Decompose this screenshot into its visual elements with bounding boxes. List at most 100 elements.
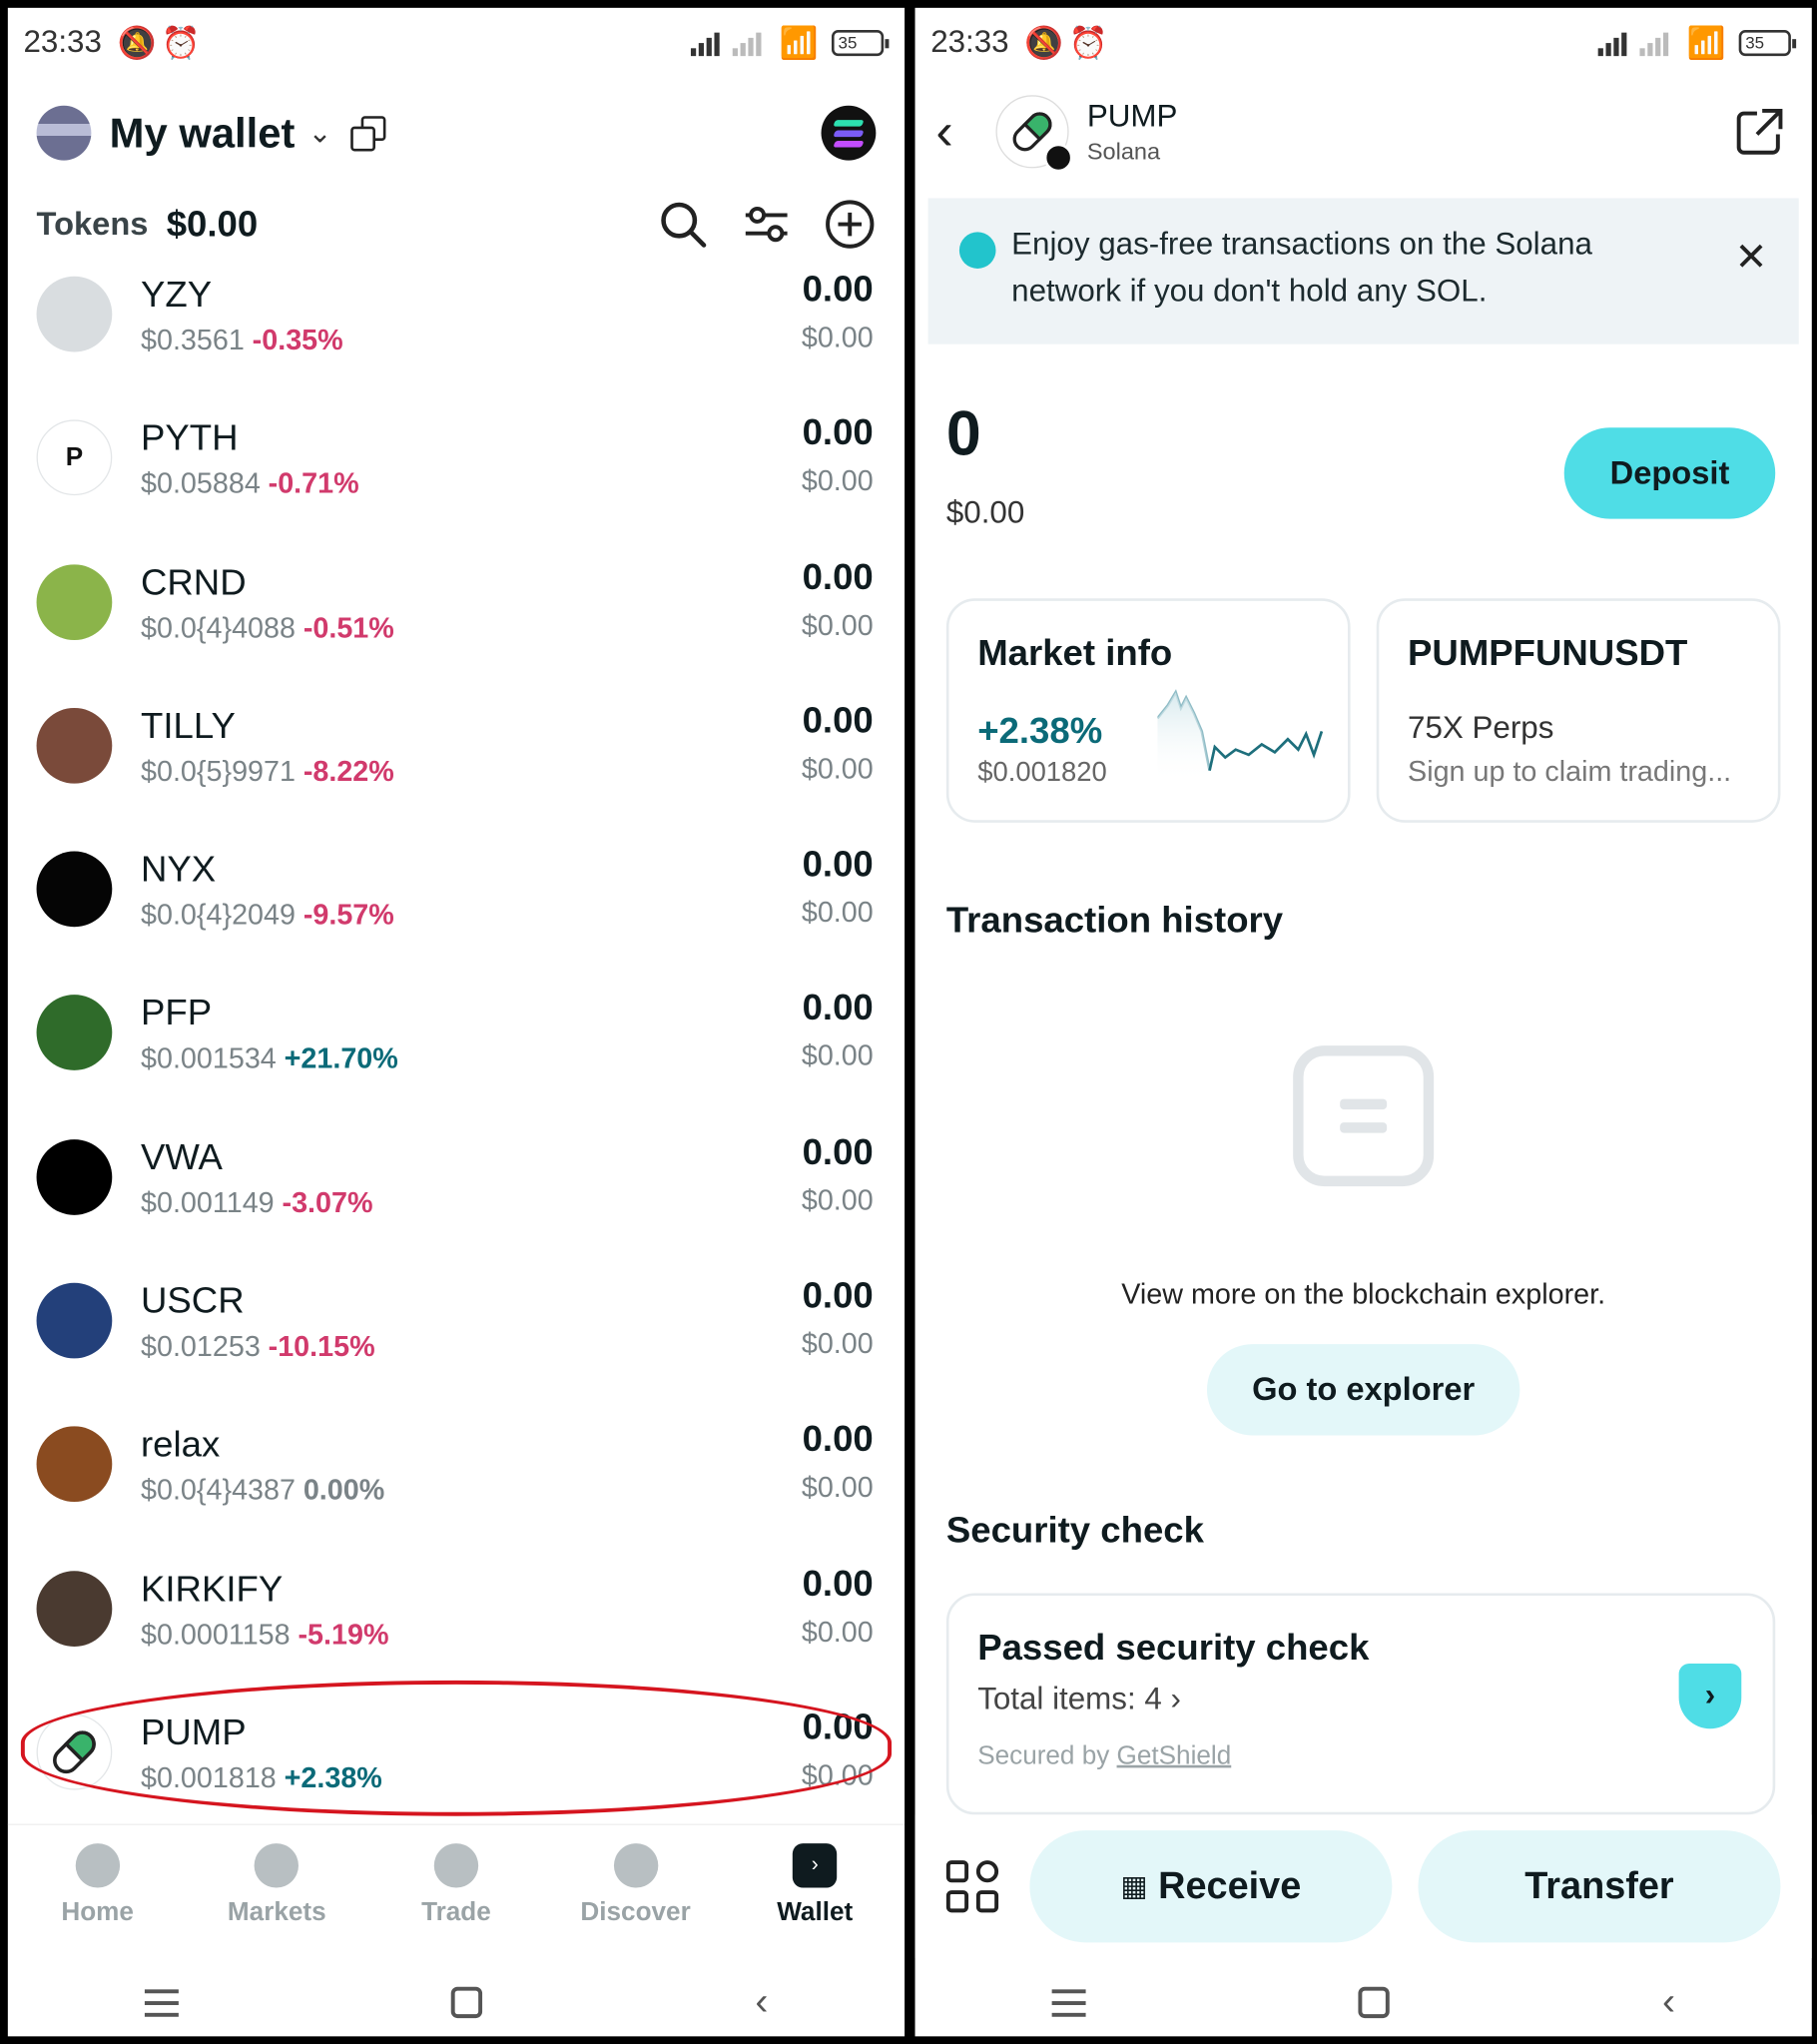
home-system-icon[interactable] (1358, 1986, 1390, 2019)
battery-icon: 35 (1738, 30, 1797, 57)
search-icon[interactable] (657, 198, 709, 250)
filter-icon[interactable] (741, 198, 793, 250)
token-symbol: relax (141, 1424, 221, 1465)
token-price-value: $0.0{4}4088 (141, 610, 296, 644)
qr-icon: ▦ (1120, 1869, 1148, 1902)
wifi-icon: 📶 (1686, 25, 1726, 61)
wallet-avatar[interactable] (36, 105, 92, 161)
shield-arrow-icon[interactable]: › (1678, 1663, 1742, 1729)
transfer-button[interactable]: Transfer (1418, 1830, 1781, 1943)
token-price: $0.0{5}9971 -8.22% (141, 755, 394, 789)
token-amount: 0.00 (802, 699, 874, 741)
token-network: Solana (1086, 137, 1161, 164)
solana-network-icon[interactable] (821, 105, 877, 161)
close-icon[interactable]: ✕ (1735, 235, 1768, 321)
token-row-relax[interactable]: relax $0.0{4}4387 0.00% 0.00 $0.00 (8, 1419, 905, 1563)
token-change: -10.15% (268, 1329, 375, 1363)
market-info-card[interactable]: Market info +2.38% $0.001820 (945, 598, 1351, 823)
market-change: +2.38% (977, 710, 1103, 752)
token-price: $0.05884 -0.71% (141, 467, 359, 501)
token-logo (36, 1138, 113, 1215)
apps-icon[interactable] (945, 1860, 999, 1913)
token-symbol: NYX (141, 849, 217, 890)
wallet-title[interactable]: My wallet (110, 109, 296, 157)
token-row-vwa[interactable]: VWA $0.001149 -3.07% 0.00 $0.00 (8, 1131, 905, 1275)
token-symbol: USCR (141, 1280, 245, 1321)
token-symbol: TILLY (141, 705, 236, 746)
add-token-icon[interactable] (824, 198, 876, 250)
nav-trade[interactable]: Trade (366, 1825, 546, 1954)
token-row-pfp[interactable]: PFP $0.001534 +21.70% 0.00 $0.00 (8, 988, 905, 1131)
token-change: -0.71% (268, 466, 359, 500)
token-amount: 0.00 (802, 1274, 874, 1316)
token-amount: 0.00 (802, 1130, 874, 1172)
security-items[interactable]: Total items: 4 › (977, 1682, 1181, 1718)
markets-icon (255, 1843, 300, 1888)
security-card[interactable]: Passed security check Total items: 4 › S… (945, 1593, 1776, 1815)
perps-title: PUMPFUNUSDT (1408, 632, 1688, 673)
token-detail-screen: 23:33 🔕 ⏰ 📶 35 ‹ PUMP Solana Enjoy gas-f… (914, 7, 1812, 2037)
token-row-uscr[interactable]: USCR $0.01253 -10.15% 0.00 $0.00 (8, 1275, 905, 1419)
home-icon (75, 1843, 120, 1888)
secured-prefix: Secured by (977, 1741, 1110, 1771)
copy-icon[interactable] (349, 116, 386, 152)
token-row-nyx[interactable]: NYX $0.0{4}2049 -9.57% 0.00 $0.00 (8, 844, 905, 988)
system-nav: ‹ (8, 1970, 905, 2035)
perps-note: Sign up to claim trading... (1408, 754, 1732, 788)
token-price-value: $0.001534 (141, 1041, 277, 1075)
pump-logo (995, 95, 1073, 173)
token-price: $0.3561 -0.35% (141, 324, 343, 357)
nav-home[interactable]: Home (8, 1825, 188, 1954)
nav-label: Trade (421, 1897, 491, 1927)
getshield-link[interactable]: GetShield (1117, 1741, 1232, 1770)
perps-card[interactable]: PUMPFUNUSDT 75X Perps Sign up to claim t… (1376, 598, 1781, 823)
market-price: $0.001820 (977, 757, 1107, 788)
perps-subtitle: 75X Perps (1408, 710, 1554, 746)
token-row-crnd[interactable]: CRND $0.0{4}4088 -0.51% 0.00 $0.00 (8, 556, 905, 700)
nav-discover[interactable]: Discover (546, 1825, 726, 1954)
token-row-yzy[interactable]: YZY $0.3561 -0.35% 0.00 $0.00 (8, 269, 905, 412)
token-price-value: $0.0{5}9971 (141, 754, 296, 788)
token-price: $0.001534 +21.70% (141, 1042, 398, 1076)
nav-label: Discover (580, 1897, 691, 1927)
go-to-explorer-button[interactable]: Go to explorer (1206, 1344, 1520, 1436)
status-time: 23:33 (23, 24, 102, 61)
chevron-down-icon[interactable]: ⌄ (307, 116, 331, 150)
token-logo-letter: P (65, 442, 84, 472)
token-usd: $0.00 (801, 1183, 874, 1216)
home-system-icon[interactable] (450, 1986, 483, 2019)
tokens-header: Tokens $0.00 (37, 198, 877, 250)
alarm-icon: ⏰ (161, 25, 201, 61)
external-link-icon[interactable] (1733, 106, 1785, 158)
battery-icon: 35 (831, 30, 890, 57)
recents-icon[interactable] (144, 1988, 179, 2017)
nav-label: Home (61, 1897, 134, 1927)
token-row-pyth[interactable]: P PYTH $0.05884 -0.71% 0.00 $0.00 (8, 412, 905, 556)
token-amount: 0.00 (802, 1562, 874, 1604)
back-system-icon[interactable]: ‹ (1662, 1980, 1675, 2024)
system-nav: ‹ (915, 1970, 1812, 2035)
token-price: $0.0{4}4088 -0.51% (141, 611, 394, 645)
back-system-icon[interactable]: ‹ (755, 1980, 768, 2024)
token-logo (36, 1570, 113, 1647)
receive-button[interactable]: ▦ Receive (1029, 1830, 1393, 1943)
token-change: +21.70% (284, 1041, 398, 1075)
nav-wallet[interactable]: › Wallet (725, 1825, 905, 1954)
bottom-nav: Home Markets Trade Discover › Wallet (7, 1823, 906, 1955)
status-time: 23:33 (930, 24, 1009, 61)
token-symbol: CRND (141, 561, 247, 602)
token-logo (36, 995, 113, 1071)
status-bar: 23:33 🔕 ⏰ 📶 35 (930, 24, 1797, 63)
back-arrow-icon[interactable]: ‹ (935, 102, 987, 161)
signal-icon (691, 30, 720, 57)
recents-icon[interactable] (1051, 1988, 1086, 2017)
nav-markets[interactable]: Markets (187, 1825, 366, 1954)
token-row-tilly[interactable]: TILLY $0.0{5}9971 -8.22% 0.00 $0.00 (8, 700, 905, 844)
deposit-button[interactable]: Deposit (1563, 427, 1776, 519)
token-price-value: $0.01253 (141, 1329, 261, 1363)
token-symbol: PFP (141, 993, 213, 1033)
security-items-label: Total items: 4 (977, 1682, 1162, 1717)
wallet-screen: 23:33 🔕 ⏰ 📶 35 My wallet ⌄ Tokens $0.00 (7, 7, 906, 2037)
token-price-value: $0.05884 (141, 466, 261, 500)
token-price: $0.01253 -10.15% (141, 1330, 375, 1364)
